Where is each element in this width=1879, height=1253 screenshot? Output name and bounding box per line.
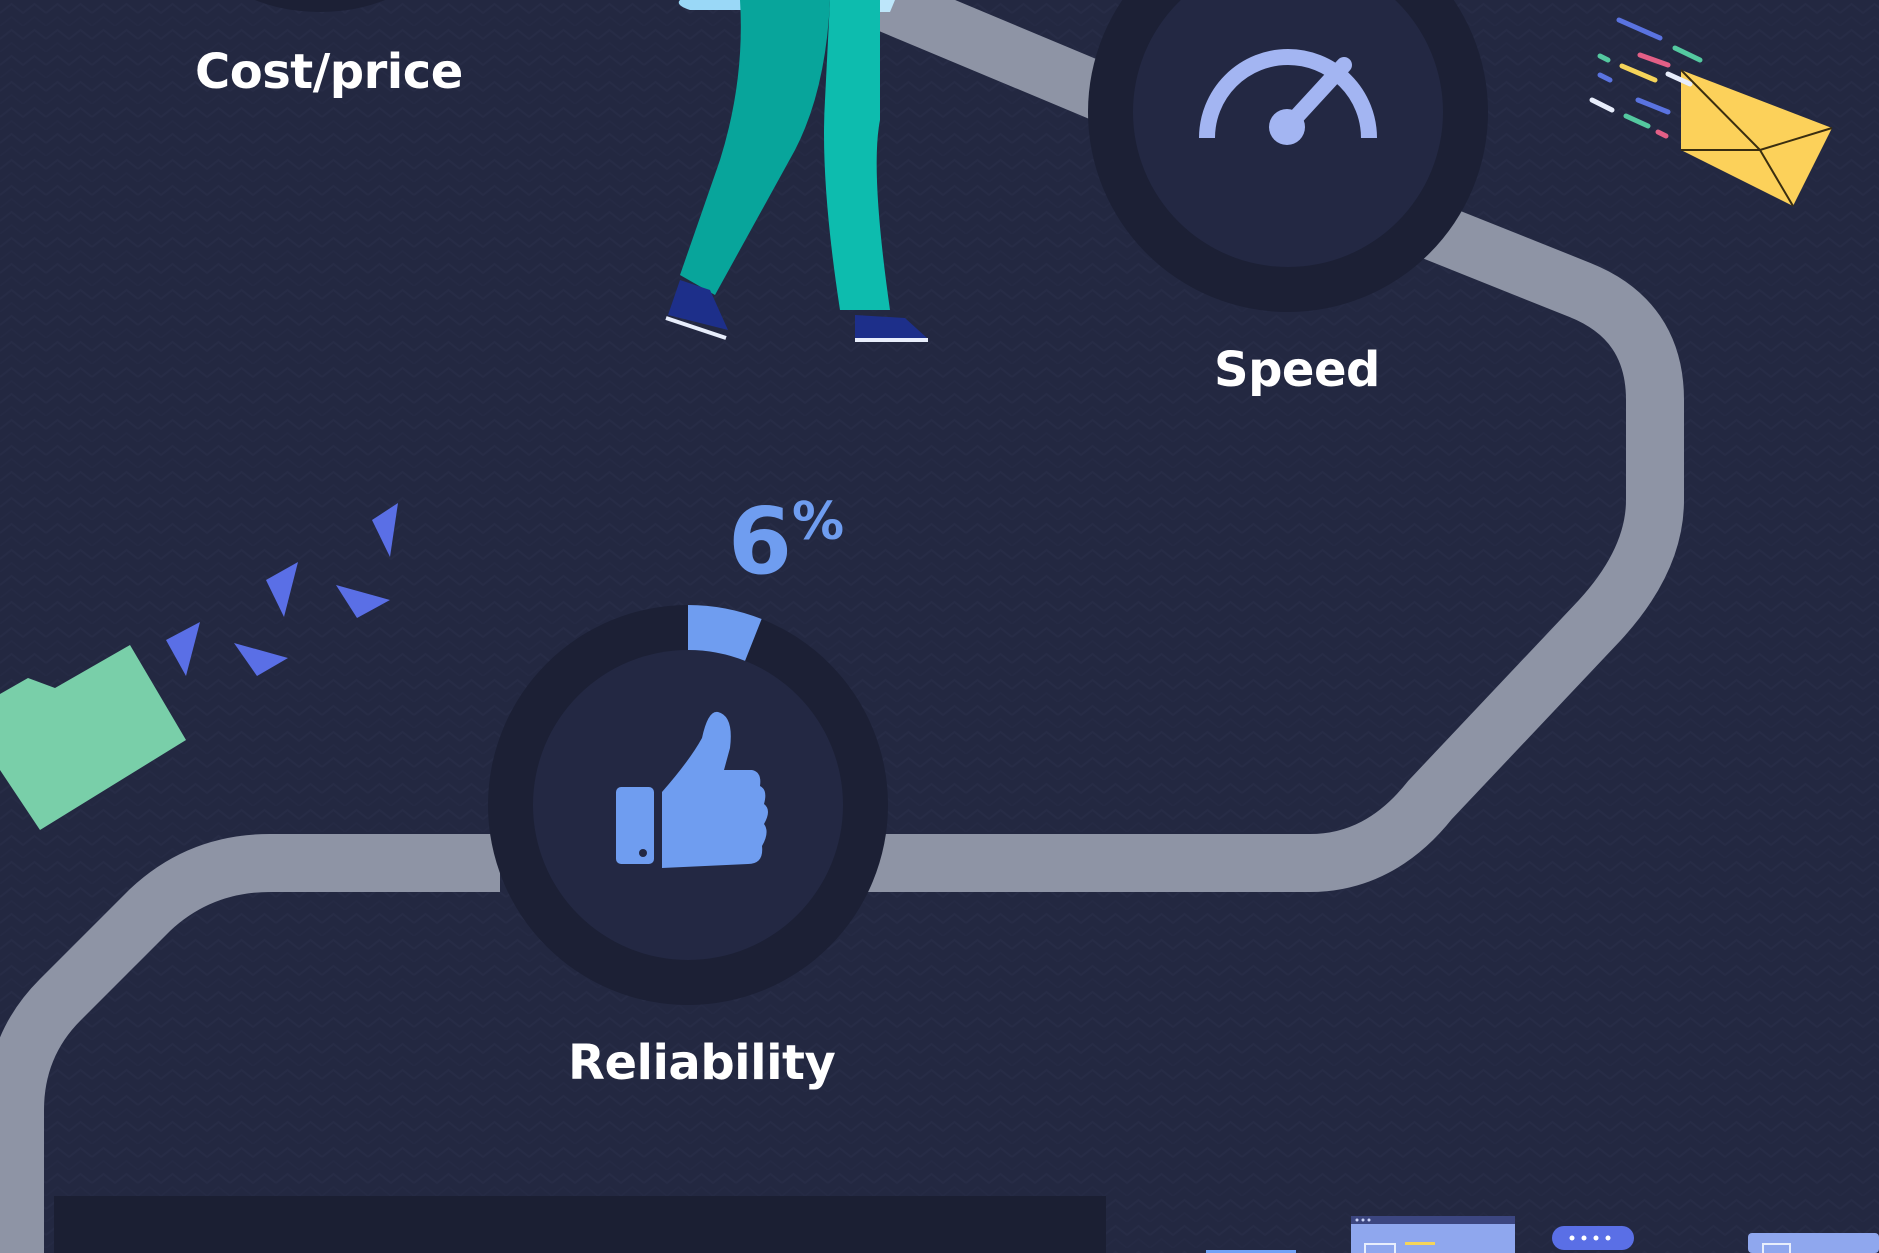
metric-label-speed: Speed bbox=[1214, 342, 1380, 398]
percent-value: 6 bbox=[728, 488, 792, 595]
reliability-percent: 6% bbox=[728, 488, 844, 595]
percent-symbol: % bbox=[792, 492, 845, 552]
background-art bbox=[0, 0, 1879, 1253]
infographic-scene: Cost/price Speed Reliability 6% bbox=[0, 0, 1879, 1253]
reliability-circle bbox=[488, 605, 888, 1005]
metric-label-cost-price: Cost/price bbox=[195, 44, 463, 100]
dark-panel bbox=[54, 1196, 1106, 1253]
metric-label-reliability: Reliability bbox=[568, 1035, 836, 1091]
chat-bubble bbox=[1552, 1226, 1634, 1250]
